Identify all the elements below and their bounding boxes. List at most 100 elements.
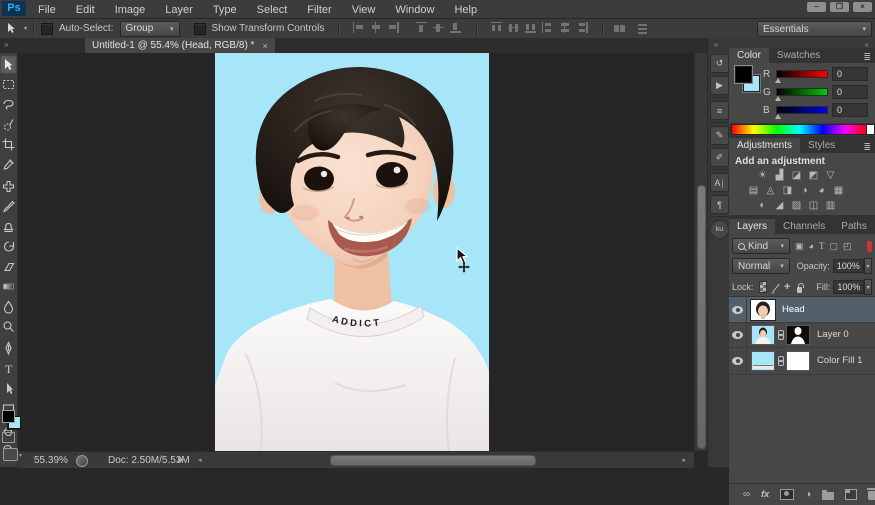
new-adjustment-layer-icon[interactable]: ◑ xyxy=(805,489,811,500)
filter-type-layers-icon[interactable]: T xyxy=(819,241,825,251)
tab-close-icon[interactable]: × xyxy=(262,41,267,51)
screen-mode-icon[interactable] xyxy=(3,448,18,461)
scroll-right-icon[interactable]: ▸ xyxy=(682,456,686,464)
color-balance-icon[interactable]: ◬ xyxy=(763,184,778,197)
red-slider-handle[interactable] xyxy=(775,78,781,83)
spectrum-white-swatch[interactable] xyxy=(866,124,875,135)
layer-style-fx-icon[interactable]: fx xyxy=(761,489,769,499)
foreground-color-well[interactable] xyxy=(735,66,752,83)
scroll-left-icon[interactable]: ◂ xyxy=(198,456,202,464)
filter-toggle-switch[interactable] xyxy=(867,241,872,252)
tool-eyedropper[interactable] xyxy=(0,155,17,174)
move-tool-option-icon[interactable] xyxy=(5,22,18,35)
fill-layer-mask-thumbnail[interactable] xyxy=(786,351,810,371)
kuler-panel-icon[interactable]: ku xyxy=(710,220,729,239)
opacity-arrow-icon[interactable]: ▾ xyxy=(864,258,872,274)
layer-thumbnail-layer0[interactable] xyxy=(751,325,775,345)
menu-window[interactable]: Window xyxy=(385,2,444,19)
selective-color-icon[interactable]: ◫ xyxy=(806,199,821,212)
add-layer-mask-icon[interactable] xyxy=(780,489,794,500)
foreground-color-swatch[interactable] xyxy=(2,410,15,423)
tool-preset-arrow-icon[interactable]: ▾ xyxy=(24,25,27,32)
layer-name[interactable]: Color Fill 1 xyxy=(817,355,862,366)
tool-quick-selection[interactable] xyxy=(0,115,17,134)
toolbar-collapse-icon[interactable]: » xyxy=(4,40,8,49)
levels-icon[interactable]: ▟ xyxy=(772,169,787,182)
filter-shape-layers-icon[interactable]: ▢ xyxy=(829,241,838,252)
blue-slider[interactable] xyxy=(776,106,828,114)
restore-button[interactable]: ❐ xyxy=(830,2,849,12)
vibrance-icon[interactable]: ▽ xyxy=(823,169,838,182)
menu-file[interactable]: File xyxy=(28,2,66,19)
photo-filter-icon[interactable]: ◑ xyxy=(797,184,812,197)
invert-icon[interactable]: ◐ xyxy=(755,199,770,212)
tool-gradient[interactable] xyxy=(0,277,17,296)
eye-icon[interactable] xyxy=(732,331,743,339)
layer-thumbnail-head[interactable] xyxy=(751,300,775,320)
layer-name[interactable]: Layer 0 xyxy=(817,329,849,340)
brightness-contrast-icon[interactable]: ☀ xyxy=(755,169,770,182)
workspace-dropdown[interactable]: Essentials xyxy=(757,21,872,37)
vertical-scrollbar[interactable] xyxy=(694,53,707,451)
layer-name[interactable]: Head xyxy=(782,304,805,315)
tool-history-brush[interactable] xyxy=(0,237,17,256)
tool-eraser[interactable] xyxy=(0,257,17,276)
horizontal-scrollbar[interactable]: ◂ ▸ xyxy=(196,453,688,466)
clone-source-panel-icon[interactable]: ✐ xyxy=(710,148,729,167)
align-bottom-edges-icon[interactable] xyxy=(450,22,462,33)
vertical-scrollbar-thumb[interactable] xyxy=(697,185,706,449)
menu-edit[interactable]: Edit xyxy=(66,2,105,19)
screen-mode-arrow-icon[interactable]: ▾ xyxy=(19,452,22,459)
eye-icon[interactable] xyxy=(732,306,743,314)
visibility-cell[interactable] xyxy=(729,322,747,347)
align-left-edges-icon[interactable] xyxy=(353,22,365,33)
dock-collapse-icon[interactable]: « xyxy=(714,40,718,49)
tool-brush[interactable] xyxy=(0,197,17,216)
menu-help[interactable]: Help xyxy=(444,2,487,19)
tab-adjustments[interactable]: Adjustments xyxy=(729,138,800,153)
filter-smart-objects-icon[interactable]: ◰ xyxy=(843,241,852,252)
hue-saturation-icon[interactable]: ▤ xyxy=(746,184,761,197)
3d-mode-icon[interactable] xyxy=(637,23,649,34)
menu-image[interactable]: Image xyxy=(105,2,156,19)
blue-slider-handle[interactable] xyxy=(775,114,781,119)
close-button[interactable]: × xyxy=(853,2,872,12)
status-flyout-icon[interactable]: ▶ xyxy=(178,455,184,464)
quick-mask-icon[interactable] xyxy=(2,432,15,443)
menu-layer[interactable]: Layer xyxy=(155,2,203,19)
layer-row-colorfill[interactable]: Color Fill 1 xyxy=(729,347,875,375)
auto-align-icon[interactable] xyxy=(614,23,626,34)
tool-clone-stamp[interactable] xyxy=(0,217,17,236)
fill-arrow-icon[interactable]: ▾ xyxy=(864,279,872,295)
document-tab[interactable]: Untitled-1 @ 55.4% (Head, RGB/8) * × xyxy=(85,38,275,53)
distribute-bottom-edges-icon[interactable] xyxy=(525,22,537,33)
fill-layer-thumbnail[interactable] xyxy=(751,351,775,371)
visibility-cell[interactable] xyxy=(729,347,747,374)
show-transform-checkbox[interactable] xyxy=(194,23,206,35)
color-spectrum-ramp[interactable] xyxy=(731,124,868,135)
posterize-icon[interactable]: ◢ xyxy=(772,199,787,212)
tool-blur[interactable] xyxy=(0,297,17,316)
tab-swatches[interactable]: Swatches xyxy=(769,48,828,63)
new-layer-icon[interactable] xyxy=(845,489,857,500)
blend-mode-dropdown[interactable]: Normal xyxy=(732,258,790,274)
distribute-left-edges-icon[interactable] xyxy=(542,22,554,33)
distribute-vertical-centers-icon[interactable] xyxy=(508,22,520,33)
horizontal-scrollbar-thumb[interactable] xyxy=(330,455,536,466)
tool-move[interactable] xyxy=(0,55,17,74)
lock-pixels-icon[interactable] xyxy=(773,283,780,291)
canvas-document[interactable]: ADDICT xyxy=(215,53,489,451)
panel-menu-icon[interactable]: ≣ xyxy=(863,52,875,63)
link-layers-icon[interactable]: ∞ xyxy=(743,489,750,500)
menu-view[interactable]: View xyxy=(342,2,386,19)
menu-filter[interactable]: Filter xyxy=(297,2,341,19)
visibility-cell[interactable] xyxy=(729,297,747,322)
align-horizontal-centers-icon[interactable] xyxy=(370,22,382,33)
filter-adjustment-layers-icon[interactable]: ◕ xyxy=(809,241,814,251)
blue-value[interactable]: 0 xyxy=(832,103,868,117)
tab-paths[interactable]: Paths xyxy=(833,219,875,234)
lock-all-icon[interactable] xyxy=(797,287,802,293)
distribute-top-edges-icon[interactable] xyxy=(491,22,503,33)
green-slider[interactable] xyxy=(776,88,828,96)
tool-pen[interactable] xyxy=(0,339,17,358)
